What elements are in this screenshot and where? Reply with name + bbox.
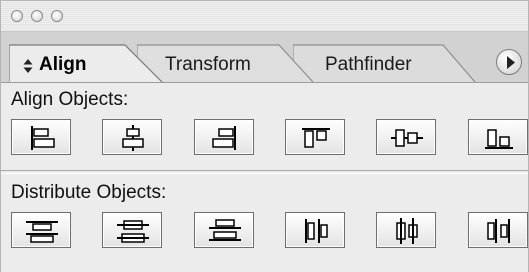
zoom-button[interactable]: [51, 10, 63, 22]
distribute-right-icon: [487, 219, 510, 243]
distribute-horizontal-center-icon: [396, 218, 418, 244]
close-button[interactable]: [11, 10, 23, 22]
tab-pathfinder[interactable]: Pathfinder: [293, 43, 483, 82]
distribute-right-button[interactable]: [468, 212, 528, 248]
distribute-left-button[interactable]: [285, 212, 345, 248]
distribute-vertical-center-icon: [117, 220, 149, 243]
section-divider: [1, 170, 528, 174]
tab-pathfinder-label: Pathfinder: [325, 54, 412, 75]
align-right-button[interactable]: [194, 119, 254, 155]
align-top-button[interactable]: [285, 119, 345, 155]
align-bottom-icon: [485, 129, 513, 149]
tab-align-label: Align: [39, 54, 87, 75]
align-panel: Pathfinder Transform Align Align Objects…: [0, 0, 529, 272]
align-vertical-center-icon: [391, 129, 423, 147]
align-vertical-center-button[interactable]: [376, 119, 436, 155]
distribute-top-button[interactable]: [11, 212, 71, 248]
align-top-icon: [302, 128, 330, 148]
align-right-icon: [212, 126, 236, 150]
tab-strip: Pathfinder Transform Align: [1, 32, 528, 83]
distribute-vertical-center-button[interactable]: [102, 212, 162, 248]
distribute-bottom-button[interactable]: [194, 212, 254, 248]
align-horizontal-center-icon: [122, 125, 144, 151]
minimize-button[interactable]: [31, 10, 43, 22]
align-left-icon: [31, 126, 55, 150]
distribute-horizontal-center-button[interactable]: [376, 212, 436, 248]
distribute-top-icon: [26, 221, 58, 243]
tab-scroll-button[interactable]: [496, 49, 522, 75]
distribute-left-icon: [305, 219, 328, 243]
align-horizontal-center-button[interactable]: [102, 119, 162, 155]
panel-content: Align Objects: Distribute Objects:: [1, 82, 528, 272]
align-left-button[interactable]: [11, 119, 71, 155]
tab-align[interactable]: Align: [9, 43, 167, 83]
title-bar[interactable]: [1, 1, 528, 32]
chevron-right-icon: [506, 56, 516, 74]
distribute-objects-title: Distribute Objects:: [11, 182, 167, 203]
align-bottom-button[interactable]: [468, 119, 528, 155]
tab-transform-label: Transform: [165, 54, 251, 75]
align-objects-title: Align Objects:: [11, 89, 129, 110]
distribute-bottom-icon: [209, 219, 241, 241]
